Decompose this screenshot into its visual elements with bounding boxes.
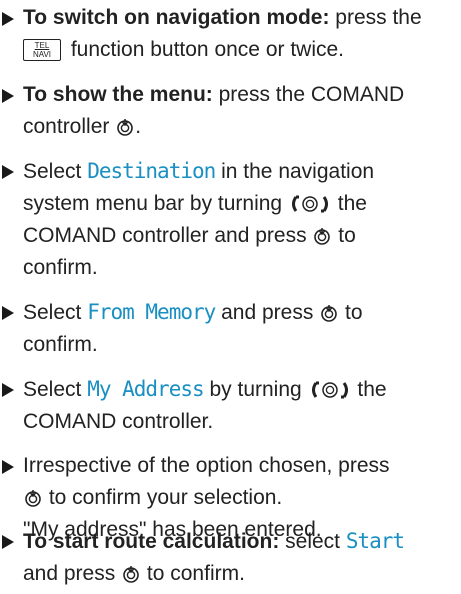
step-text-part: the	[331, 192, 367, 215]
bullet-arrow-icon	[2, 89, 14, 103]
step-text: To switch on navigation mode: press the …	[23, 2, 455, 66]
step-lead: To start route calculation:	[23, 530, 280, 553]
step-text: To show the menu: press the COMAND contr…	[23, 79, 455, 143]
bullet-arrow-icon	[2, 165, 14, 179]
step-text-part: the	[351, 378, 387, 401]
bullet-arrow-icon	[2, 535, 14, 549]
step-text-part: COMAND controller and press	[23, 224, 313, 247]
step-text-part: by turning	[203, 378, 308, 401]
bullet-arrow-icon	[2, 460, 14, 474]
step-text-part: .	[135, 115, 142, 138]
step-text-part: to	[339, 301, 363, 324]
step-text-part: system menu bar by turning	[23, 192, 288, 215]
step-text-part: press the	[329, 6, 422, 29]
step-text: Select From Memory and press to confirm.	[23, 296, 455, 361]
step-text-part: Select	[23, 160, 88, 183]
step-text-part: and press	[215, 301, 320, 324]
step-text-part: press the COMAND	[212, 83, 405, 106]
tel-label: TEL	[34, 41, 50, 51]
controller-press-icon	[121, 564, 141, 584]
navi-label: NAVI	[32, 50, 52, 60]
controller-press-icon	[312, 226, 332, 246]
step-text-part: controller	[23, 115, 116, 138]
step-text-part: function button once or twice.	[65, 38, 344, 61]
controller-turn-icon	[308, 380, 352, 400]
instruction-page: To switch on navigation mode: press the …	[0, 0, 461, 594]
bullet-arrow-icon	[2, 306, 14, 320]
controller-press-icon	[115, 117, 135, 137]
menu-item-my-address: My Address	[87, 377, 204, 401]
step-text-part: and press	[23, 562, 122, 585]
step-text-part: Select	[23, 301, 88, 324]
step-select-my-address: Select My Address by turning the COMAND …	[0, 373, 455, 438]
step-text-part: Select	[23, 378, 88, 401]
tel-navi-button-icon: TEL NAVI	[23, 39, 61, 62]
step-text: Select My Address by turning the COMAND …	[23, 373, 455, 438]
step-lead: To switch on navigation mode:	[23, 6, 330, 29]
step-select-from-memory: Select From Memory and press to confirm.	[0, 296, 455, 361]
step-text-part: confirm.	[23, 333, 98, 356]
step-text: Select Destination in the navigation sys…	[23, 155, 455, 284]
bullet-arrow-icon	[2, 12, 14, 26]
step-select-destination: Select Destination in the navigation sys…	[0, 155, 455, 284]
step-switch-navigation: To switch on navigation mode: press the …	[0, 2, 455, 66]
step-start-route: To start route calculation: select Start…	[0, 525, 455, 590]
controller-press-icon	[319, 303, 339, 323]
step-lead: To show the menu:	[23, 83, 213, 106]
menu-item-from-memory: From Memory	[87, 300, 216, 324]
step-text-part: confirm.	[23, 256, 98, 279]
step-text-part: to confirm.	[141, 562, 245, 585]
step-text-part: to	[332, 224, 356, 247]
step-text-part: Irrespective of the option chosen, press	[23, 454, 390, 477]
bullet-arrow-icon	[2, 383, 14, 397]
menu-item-start: Start	[345, 529, 405, 553]
controller-turn-icon	[288, 194, 332, 214]
step-text-part: to confirm your selection.	[43, 486, 283, 509]
step-show-menu: To show the menu: press the COMAND contr…	[0, 79, 455, 143]
step-text-part: in the navigation	[215, 160, 375, 183]
step-text-part: COMAND controller.	[23, 410, 214, 433]
step-text: To start route calculation: select Start…	[23, 525, 455, 590]
menu-item-destination: Destination	[87, 159, 216, 183]
controller-press-icon	[23, 488, 43, 508]
step-text-part: select	[279, 530, 346, 553]
